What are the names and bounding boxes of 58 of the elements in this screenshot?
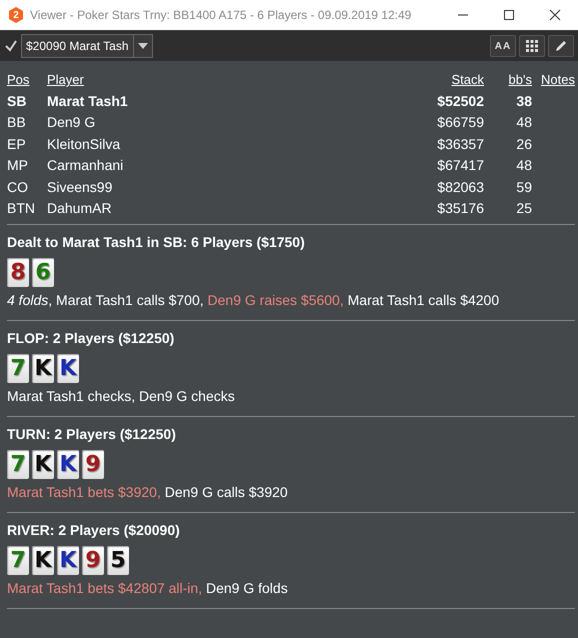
action-summary: 4 folds, Marat Tash1 calls $700, Den9 G raises $5600, Marat Tash1 calls $4200 [7,292,500,308]
position-cell-text: MP [7,156,29,175]
position-cell-text: CO [7,178,29,196]
stack-cell-text: $82063 [436,178,484,196]
player-cell-text: Carmanhani [47,156,124,175]
column-header[interactable]: Player [47,69,404,90]
position-cell-text: EP [7,134,27,154]
stack-cell-text: $36357 [436,134,484,154]
bb-cell-text: 48 [515,156,532,175]
position-cell-text: BTN [7,199,36,218]
playing-card: 6 [32,258,54,286]
checkbox[interactable] [4,39,18,53]
font-size-button[interactable]: AA [490,35,516,57]
player-cell-text: DahumAR [47,199,113,218]
playing-card: K [57,450,79,478]
playing-card: 7 [7,450,29,478]
hand-dropdown[interactable]: $20090 Marat Tash [21,34,153,58]
street-heading: RIVER: 2 Players ($20090) [7,522,181,538]
app-logo: 2 [8,7,24,23]
stack-cell-text: $35176 [436,199,484,218]
bb-cell-text: 48 [515,113,532,132]
playing-card: K [32,546,54,574]
playing-card: K [57,354,79,382]
player-cell-text: Den9 G [47,113,96,132]
position-cell-text: BB [7,113,27,132]
playing-card: 9 [82,450,104,478]
playing-card: K [32,354,54,382]
playing-card: K [32,450,54,478]
column-header[interactable]: bb's [484,69,532,90]
action-summary: Marat Tash1 bets $3920, Den9 G calls $3920 [7,484,289,500]
column-header[interactable]: Stack [404,69,484,90]
pencil-icon[interactable] [548,35,574,57]
street-heading: Dealt to Marat Tash1 in SB: 6 Players ($1750) [7,234,306,250]
bb-cell-text: 59 [515,178,532,196]
stack-cell-text: $52502 [436,92,484,110]
column-header[interactable]: Notes [532,69,578,90]
playing-card: 9 [82,546,104,574]
street-heading: FLOP: 2 Players ($12250) [7,330,176,346]
playing-card: 5 [107,546,129,574]
action-summary: Marat Tash1 bets $42807 all-in, Den9 G folds [7,580,289,596]
stack-cell-text: $67417 [436,156,484,175]
player-cell-text: Siveens99 [47,178,114,196]
playing-card: 7 [7,354,29,382]
player-cell-text: Marat Tash1 [47,92,129,110]
street-heading: TURN: 2 Players ($12250) [7,426,177,442]
bb-cell-text: 25 [515,199,532,218]
playing-card: 8 [7,258,29,286]
bb-cell-text: 38 [515,92,532,110]
grid-icon[interactable] [519,35,545,57]
action-summary: Marat Tash1 checks, Den9 G checks [7,388,236,404]
playing-card: K [57,546,79,574]
playing-card: 7 [7,546,29,574]
player-cell-text: KleitonSilva [47,134,122,154]
stack-cell-text: $66759 [436,113,484,132]
position-cell-text: SB [7,92,28,110]
bb-cell-text: 26 [515,134,532,154]
window-title: Viewer - Poker Stars Trny: BB1400 A175 - 6 Players - 09.09.2019 12:49 [30,8,412,22]
column-header[interactable]: Pos [7,69,47,90]
